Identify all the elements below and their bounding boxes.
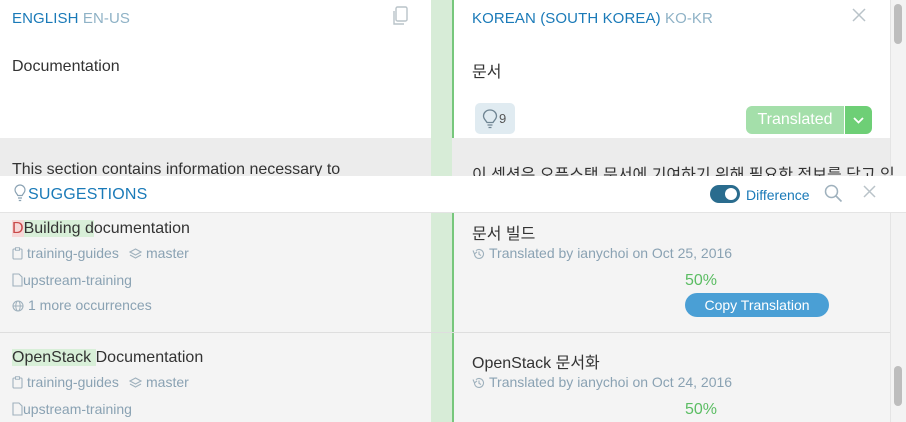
document-name: upstream-training [23, 401, 132, 417]
suggestions-scrollbar-thumb[interactable] [894, 366, 902, 406]
project-name: training-guides [27, 374, 119, 390]
diff-added: Building d [23, 220, 94, 237]
globe-icon [12, 300, 24, 312]
layers-icon [129, 248, 142, 260]
history-icon [472, 377, 485, 389]
project-name: training-guides [27, 245, 119, 261]
difference-label: Difference [746, 187, 810, 203]
suggestion-document: upstream-training [12, 401, 132, 417]
version-name: master [146, 374, 189, 390]
suggestion-occurrences[interactable]: 1 more occurrences [12, 297, 152, 313]
target-language-name: KOREAN (SOUTH KOREA) [472, 10, 661, 27]
suggestion-translation: 문서 빌드 [472, 226, 536, 243]
source-language-code: EN-US [82, 10, 131, 27]
copy-icon[interactable] [391, 6, 409, 26]
scrollbar-thumb[interactable] [894, 4, 902, 44]
clipboard-icon [12, 376, 23, 389]
suggestion-document: upstream-training [12, 272, 132, 288]
document-icon [12, 273, 23, 287]
target-language-code: KO-KR [664, 10, 713, 27]
suggestion-version: master [129, 245, 189, 261]
match-percent: 50% [685, 401, 718, 418]
suggestion-translated-by: Translated by ianychoi on Oct 24, 2016 [472, 374, 732, 390]
source-language-name: ENGLISH [12, 10, 79, 27]
save-as-translated-button[interactable]: Translated [746, 106, 844, 134]
source-language-title: ENGLISH EN-US [12, 10, 130, 27]
search-icon[interactable] [824, 184, 843, 203]
translated-by-text: Translated by ianychoi on Oct 25, 2016 [489, 245, 733, 261]
lightbulb-icon [482, 109, 498, 129]
close-icon[interactable] [852, 8, 866, 22]
diff-unchanged: Documentation [95, 349, 204, 366]
suggestion-source-text: OpenStack Documentation [12, 349, 203, 367]
suggestion-version: master [129, 374, 189, 390]
version-name: master [146, 245, 189, 261]
close-suggestions-icon[interactable] [863, 185, 876, 198]
layers-icon [129, 377, 142, 389]
suggestion-project: training-guides [12, 245, 119, 261]
document-icon [12, 402, 23, 416]
suggestions-title: SUGGESTIONS [28, 186, 148, 203]
copy-translation-button[interactable]: Copy Translation [685, 293, 829, 317]
document-name: upstream-training [23, 272, 132, 288]
target-textarea[interactable]: 문서 [472, 58, 501, 82]
clipboard-icon [12, 247, 23, 260]
match-percent: 50% [685, 272, 718, 289]
save-options-dropdown[interactable] [845, 106, 872, 134]
source-text: Documentation [12, 58, 120, 75]
suggestion-separator [0, 332, 890, 333]
suggestion-translation: OpenStack 문서화 [472, 355, 600, 372]
target-language-title: KOREAN (SOUTH KOREA) KO-KR [472, 10, 713, 27]
suggestions-gutter [431, 213, 452, 422]
chevron-down-icon [853, 117, 864, 124]
suggestions-divider [452, 213, 454, 422]
lightbulb-icon [14, 184, 26, 202]
history-icon [472, 248, 485, 260]
suggestion-translated-by: Translated by ianychoi on Oct 25, 2016 [472, 245, 732, 261]
diff-removed: D [12, 220, 24, 237]
diff-added: OpenStack [12, 349, 96, 366]
suggestion-source-text: DBuilding documentation [12, 220, 190, 238]
translated-by-text: Translated by ianychoi on Oct 24, 2016 [489, 374, 733, 390]
occurrences-text: 1 more occurrences [28, 297, 152, 313]
suggestion-project: training-guides [12, 374, 119, 390]
suggestion-count: 9 [499, 111, 507, 126]
difference-toggle-knob [725, 188, 737, 200]
diff-unchanged: ocumentation [93, 220, 190, 237]
